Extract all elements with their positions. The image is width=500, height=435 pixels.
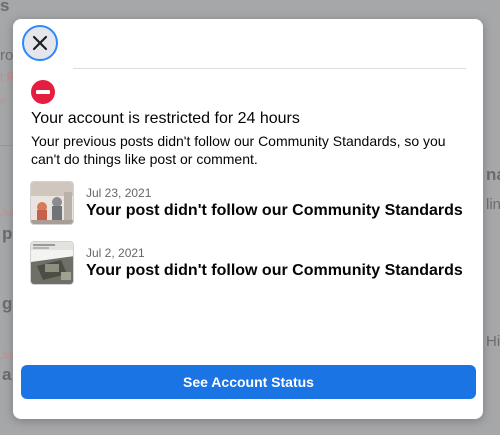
background-text: p [2,224,13,243]
close-button[interactable] [22,25,58,61]
item-title: Your post didn't follow our Community St… [86,202,463,219]
background-text: Jul [0,350,15,362]
restriction-dialog: Your account is restricted for 24 hours … [13,19,483,419]
background-text: e [0,95,7,107]
violation-item[interactable]: Jul 2, 2021 Your post didn't follow our … [30,241,470,287]
restricted-icon [31,80,55,104]
violation-item[interactable]: Jul 23, 2021 Your post didn't follow our… [30,181,470,227]
close-icon [32,35,48,51]
background-text: Jul [0,207,15,219]
item-title: Your post didn't follow our Community St… [86,262,463,279]
background-text: Hi [486,333,500,350]
background-text: s [0,0,10,15]
item-date: Jul 23, 2021 [86,186,152,200]
background-text: na [486,165,500,184]
restriction-description: Your previous posts didn't follow our Co… [31,133,446,167]
background-divider [0,145,13,146]
background-text: ro [0,47,14,64]
background-text: lin [486,196,500,213]
restriction-title: Your account is restricted for 24 hours [31,110,300,127]
background-text: a [2,365,12,384]
post-thumbnail [30,241,74,285]
header-divider [73,68,466,69]
see-account-status-button[interactable]: See Account Status [21,365,476,399]
background-text: g [2,294,13,313]
item-date: Jul 2, 2021 [86,246,145,260]
post-thumbnail [30,181,74,225]
